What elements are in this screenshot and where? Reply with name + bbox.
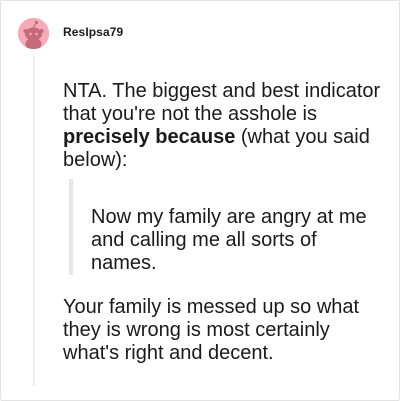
blockquote-text: Now my family are angry at me and callin… [91, 206, 367, 274]
comment-paragraph-2: Your family is messed up so what they is… [63, 296, 360, 364]
reddit-snoo-avatar-icon [18, 18, 49, 49]
comment-body: NTA. The biggest and best indicator that… [63, 80, 388, 172]
comment-bold-text: precisely because [63, 126, 236, 148]
thread-line[interactable] [33, 56, 35, 386]
comment-author[interactable]: ResIpsa79 [63, 25, 123, 39]
avatar[interactable] [18, 18, 49, 49]
blockquote-bar [69, 179, 73, 275]
comment-card: ResIpsa79 NTA. The biggest and best indi… [0, 0, 400, 401]
comment-text: NTA. The biggest and best indicator that… [63, 80, 381, 125]
comment-paragraph-1: NTA. The biggest and best indicator that… [63, 80, 388, 172]
